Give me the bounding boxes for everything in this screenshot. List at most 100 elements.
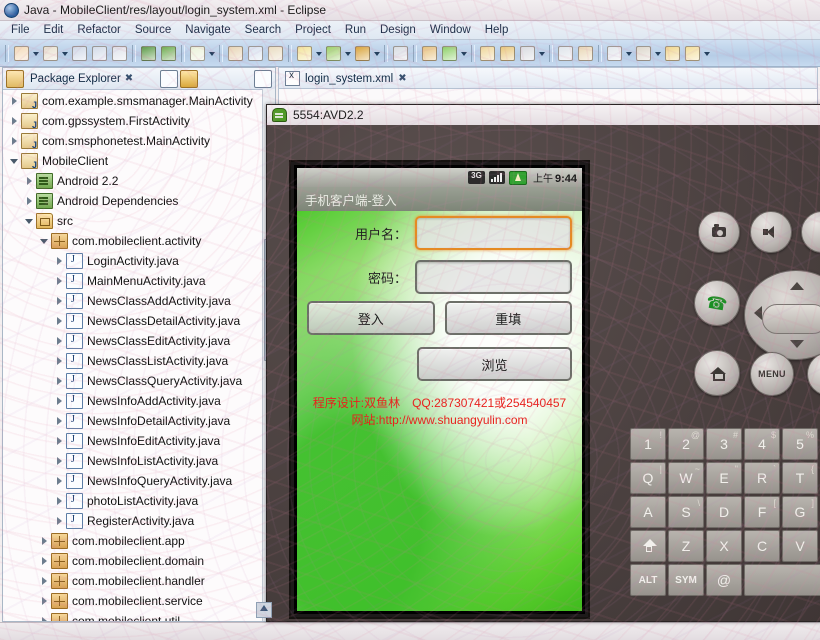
twisty-expanded-icon[interactable] xyxy=(9,156,20,167)
menu-search[interactable]: Search xyxy=(238,23,288,37)
key-g[interactable]: G] xyxy=(782,496,818,528)
maximize-icon[interactable] xyxy=(254,69,272,88)
key-shift[interactable] xyxy=(630,530,666,562)
call-button[interactable]: ☎ xyxy=(694,280,740,326)
back-icon[interactable] xyxy=(200,71,216,87)
key-w[interactable]: W ~ xyxy=(668,462,704,494)
toolbar-button[interactable] xyxy=(556,44,575,63)
twisty-collapsed-icon[interactable] xyxy=(54,496,65,507)
twisty-collapsed-icon[interactable] xyxy=(54,316,65,327)
tree-item[interactable]: NewsClassEditActivity.java xyxy=(3,331,275,351)
tree-item[interactable]: MainMenuActivity.java xyxy=(3,271,275,291)
menu-help[interactable]: Help xyxy=(478,23,516,37)
menu-button[interactable]: MENU xyxy=(750,352,794,396)
key-q[interactable]: Q | xyxy=(630,462,666,494)
key-a[interactable]: A xyxy=(630,496,666,528)
tree-item[interactable]: NewsClassQueryActivity.java xyxy=(3,371,275,391)
tree-item[interactable]: com.mobileclient.handler xyxy=(3,571,275,591)
toolbar-button[interactable] xyxy=(324,44,343,63)
tree-item[interactable]: NewsClassListActivity.java xyxy=(3,351,275,371)
toolbar-button[interactable] xyxy=(440,44,459,63)
twisty-collapsed-icon[interactable] xyxy=(54,476,65,487)
tree-item[interactable]: photoListActivity.java xyxy=(3,491,275,511)
tree-item[interactable]: NewsInfoQueryActivity.java xyxy=(3,471,275,491)
twisty-collapsed-icon[interactable] xyxy=(54,336,65,347)
twisty-collapsed-icon[interactable] xyxy=(24,176,35,187)
key-space[interactable] xyxy=(744,564,820,596)
menu-design[interactable]: Design xyxy=(373,23,423,37)
tree-item[interactable]: src xyxy=(3,211,275,231)
camera-button[interactable] xyxy=(698,211,740,253)
twisty-collapsed-icon[interactable] xyxy=(54,456,65,467)
menu-window[interactable]: Window xyxy=(423,23,478,37)
close-icon[interactable]: ✖ xyxy=(125,73,133,84)
toolbar-button[interactable] xyxy=(518,44,537,63)
toolbar-button[interactable] xyxy=(353,44,372,63)
twisty-collapsed-icon[interactable] xyxy=(54,276,65,287)
key-5[interactable]: 5% xyxy=(782,428,818,460)
toolbar-button[interactable] xyxy=(188,44,207,63)
toolbar-button[interactable] xyxy=(12,44,31,63)
twisty-collapsed-icon[interactable] xyxy=(54,416,65,427)
twisty-collapsed-icon[interactable] xyxy=(39,616,50,621)
key-3[interactable]: 3 # xyxy=(706,428,742,460)
toolbar-button[interactable] xyxy=(576,44,595,63)
toolbar-button[interactable] xyxy=(478,44,497,63)
phone-screen[interactable]: 3G 上午 9:44 手机客户端-登入 用户名： 密码： 登入 重填 浏览 程序… xyxy=(291,162,588,617)
twisty-collapsed-icon[interactable] xyxy=(54,256,65,267)
tree-item[interactable]: com.smsphonetest.MainActivity xyxy=(3,131,275,151)
menu-navigate[interactable]: Navigate xyxy=(178,23,237,37)
twisty-collapsed-icon[interactable] xyxy=(54,436,65,447)
username-input[interactable] xyxy=(415,216,572,250)
twisty-collapsed-icon[interactable] xyxy=(24,196,35,207)
collapse-all-icon[interactable] xyxy=(160,69,178,88)
link-with-editor-icon[interactable] xyxy=(180,69,198,88)
twisty-collapsed-icon[interactable] xyxy=(39,536,50,547)
tree-item[interactable]: com.mobileclient.activity xyxy=(3,231,275,251)
toolbar-button[interactable] xyxy=(266,44,285,63)
forward-icon[interactable] xyxy=(218,71,234,87)
reset-button[interactable]: 重填 xyxy=(444,301,572,335)
twisty-collapsed-icon[interactable] xyxy=(9,116,20,127)
tree-item[interactable]: com.gpssystem.FirstActivity xyxy=(3,111,275,131)
toolbar-button[interactable] xyxy=(159,44,178,63)
tree-item[interactable]: LoginActivity.java xyxy=(3,251,275,271)
tree-item[interactable]: com.mobileclient.service xyxy=(3,591,275,611)
key-1[interactable]: 1! xyxy=(630,428,666,460)
tree-item[interactable]: NewsInfoEditActivity.java xyxy=(3,431,275,451)
tree-item[interactable]: NewsInfoAddActivity.java xyxy=(3,391,275,411)
twisty-expanded-icon[interactable] xyxy=(24,216,35,227)
chevron-down-icon[interactable] xyxy=(703,44,711,63)
dpad-center-button[interactable] xyxy=(762,304,820,334)
toolbar-button[interactable] xyxy=(110,44,129,63)
key-f[interactable]: F[ xyxy=(744,496,780,528)
chevron-down-icon[interactable] xyxy=(538,44,546,63)
twisty-collapsed-icon[interactable] xyxy=(54,396,65,407)
dpad-left-icon[interactable] xyxy=(754,306,762,320)
twisty-collapsed-icon[interactable] xyxy=(39,576,50,587)
tree-item[interactable]: NewsInfoDetailActivity.java xyxy=(3,411,275,431)
android-emulator-window[interactable]: 5554:AVD2.2 3G 上午 9:44 手机客户端-登入 用户名： 密码：… xyxy=(266,104,820,622)
dpad[interactable] xyxy=(744,270,820,360)
toolbar-button[interactable] xyxy=(634,44,653,63)
project-tree[interactable]: com.example.smsmanager.MainActivity com.g… xyxy=(3,89,275,621)
key-x[interactable]: X xyxy=(706,530,742,562)
twisty-collapsed-icon[interactable] xyxy=(39,556,50,567)
key-sym[interactable]: SYM xyxy=(668,564,704,596)
key-[interactable]: @ xyxy=(706,564,742,596)
tab-package-explorer[interactable]: Package Explorer ✖ xyxy=(28,73,135,85)
chevron-down-icon[interactable] xyxy=(315,44,323,63)
tree-item[interactable]: com.example.smsmanager.MainActivity xyxy=(3,91,275,111)
key-s[interactable]: S \ xyxy=(668,496,704,528)
chevron-down-icon[interactable] xyxy=(344,44,352,63)
chevron-down-icon[interactable] xyxy=(32,44,40,63)
toolbar-button[interactable] xyxy=(605,44,624,63)
toolbar-button[interactable] xyxy=(683,44,702,63)
menu-run[interactable]: Run xyxy=(338,23,373,37)
dpad-up-icon[interactable] xyxy=(790,282,804,290)
twisty-collapsed-icon[interactable] xyxy=(39,596,50,607)
tree-item[interactable]: NewsClassDetailActivity.java xyxy=(3,311,275,331)
tree-item[interactable]: MobileClient xyxy=(3,151,275,171)
key-c[interactable]: C xyxy=(744,530,780,562)
menu-refactor[interactable]: Refactor xyxy=(70,23,127,37)
